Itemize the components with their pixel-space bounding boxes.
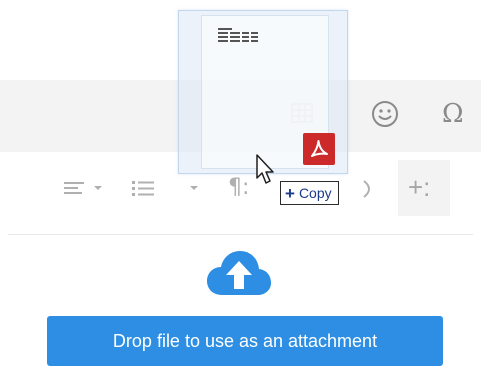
drop-message: Drop file to use as an attachment xyxy=(112,330,378,351)
drag-preview xyxy=(178,10,348,174)
pdf-icon xyxy=(303,133,335,165)
align-icon[interactable] xyxy=(64,180,108,201)
partial-toolbar-icon[interactable] xyxy=(362,178,376,205)
insert-icon[interactable]: +: xyxy=(408,174,430,200)
copy-label: Copy xyxy=(298,185,332,201)
divider xyxy=(8,234,473,235)
cursor-icon xyxy=(256,154,278,191)
drop-zone-banner[interactable]: Drop file to use as an attachment xyxy=(47,316,443,366)
list-icon[interactable] xyxy=(132,178,204,203)
document-text-lines xyxy=(218,28,258,47)
cloud-upload-icon xyxy=(206,247,272,308)
copy-tooltip: + Copy xyxy=(280,181,339,205)
omega-icon[interactable]: Ω xyxy=(442,99,464,129)
plus-icon: + xyxy=(285,183,295,203)
editor-drop-area: Ω ¶: +: + Copy Drop file to use as an at… xyxy=(0,0,481,371)
smiley-icon[interactable] xyxy=(370,99,400,129)
paragraph-icon[interactable]: ¶: xyxy=(228,176,249,200)
